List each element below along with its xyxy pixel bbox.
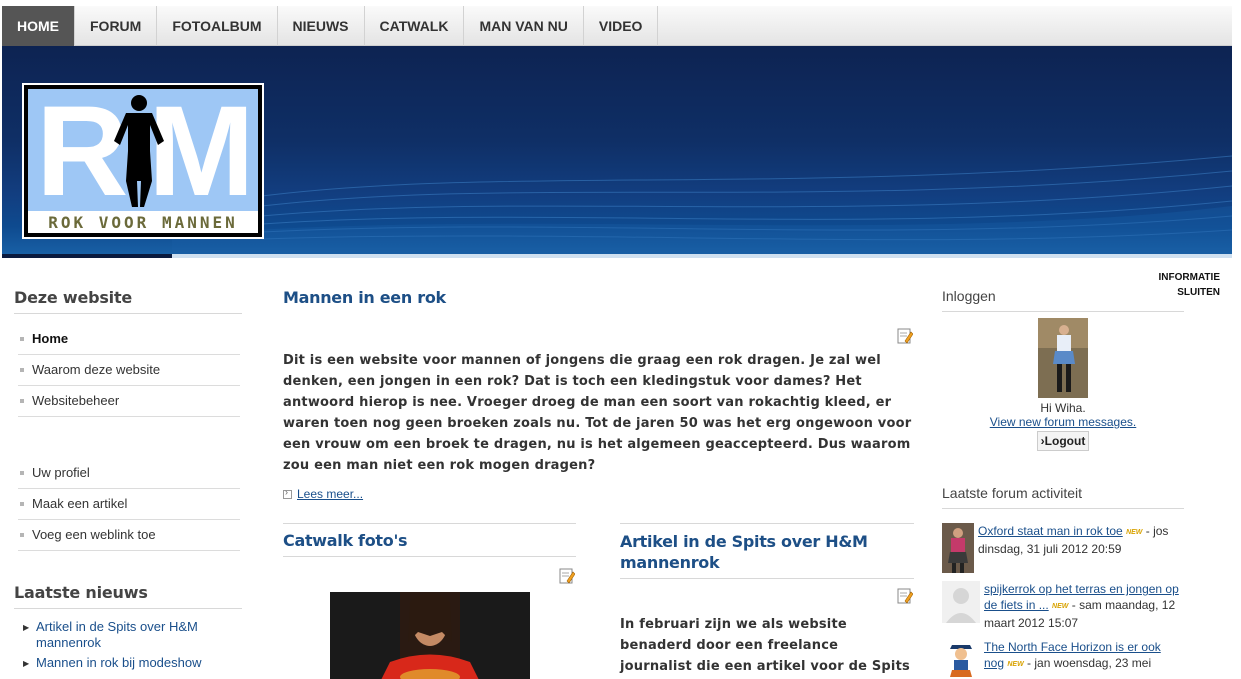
main-menu: Home Waarom deze website Websitebeheer U…	[18, 324, 240, 551]
forum-activity-item: Oxford staat man in rok toe NEW - jos di…	[942, 523, 1184, 573]
user-avatar[interactable]	[1038, 318, 1088, 398]
top-navigation: HOME FORUM FOTOALBUM NIEUWS CATWALK MAN …	[2, 6, 1232, 46]
edit-icon[interactable]	[897, 328, 913, 344]
site-module-title: Deze website	[14, 288, 242, 314]
news-module-title: Laatste nieuws	[14, 583, 242, 609]
forum-avatar[interactable]	[942, 639, 980, 679]
login-module: Hi Wiha. View new forum messages. ›Logou…	[942, 318, 1184, 451]
menu-item-weblink[interactable]: Voeg een weblink toe	[18, 520, 240, 551]
forum-title: Laatste forum activiteit	[942, 485, 1184, 509]
header-banner: R M ROK VOOR MANNEN	[2, 46, 1232, 258]
spits-article: Artikel in de Spits over H&M mannenrok I…	[620, 523, 914, 679]
forum-activity-item: The North Face Horizon is er ook nog NEW…	[942, 639, 1184, 679]
nav-catwalk[interactable]: CATWALK	[365, 6, 465, 46]
edit-icon[interactable]	[897, 588, 913, 604]
news-item[interactable]: Artikel in de Spits over H&M mannenrok	[14, 619, 242, 651]
left-sidebar: Deze website Home Waarom deze website We…	[14, 288, 242, 675]
svg-text:M: M	[148, 89, 255, 223]
menu-item-websitebeheer[interactable]: Websitebeheer	[18, 386, 240, 417]
nav-man-van-nu[interactable]: MAN VAN NU	[464, 6, 584, 46]
nav-fotoalbum[interactable]: FOTOALBUM	[157, 6, 278, 46]
news-item[interactable]: Mannen in rok bij modeshow	[14, 655, 242, 672]
article-intro: Dit is een website voor mannen of jongen…	[283, 353, 912, 473]
catwalk-photo[interactable]	[330, 592, 530, 679]
svg-text:R: R	[36, 89, 128, 223]
spits-text: In februari zijn we als website benaderd…	[620, 617, 910, 674]
menu-item-artikel[interactable]: Maak een artikel	[18, 489, 240, 520]
forum-avatar[interactable]	[942, 581, 980, 623]
catwalk-article: Catwalk foto's	[283, 523, 576, 557]
readmore-label: Lees meer...	[297, 487, 364, 501]
nav-nieuws[interactable]: NIEUWS	[278, 6, 365, 46]
menu-item-home[interactable]: Home	[18, 324, 240, 355]
forum-meta: jan woensdag, 23 mei	[1034, 656, 1152, 670]
edit-icon[interactable]	[559, 568, 575, 584]
nav-home[interactable]: HOME	[2, 6, 75, 46]
new-badge: NEW	[1052, 603, 1069, 610]
article-title[interactable]: Mannen in een rok	[283, 288, 915, 307]
logo-text: ROK VOOR MANNEN	[48, 213, 238, 232]
logout-label: Logout	[1044, 434, 1086, 448]
greeting-text: Hi Wiha.	[1040, 401, 1086, 415]
right-sidebar: Inloggen Hi Wiha. View new forum message…	[942, 288, 1184, 679]
logo-graphic: R M ROK VOOR MANNEN	[28, 89, 258, 233]
banner-strip	[2, 254, 1232, 258]
forum-avatar[interactable]	[942, 523, 974, 573]
banner-strip-dark	[2, 254, 172, 258]
login-title: Inloggen	[942, 288, 1184, 312]
new-badge: NEW	[1126, 529, 1143, 536]
menu-item-profiel[interactable]: Uw profiel	[18, 458, 240, 489]
menu-item-waarom[interactable]: Waarom deze website	[18, 355, 240, 386]
site-logo[interactable]: R M ROK VOOR MANNEN	[22, 83, 264, 239]
spits-title[interactable]: Artikel in de Spits over H&M mannenrok	[620, 531, 914, 579]
catwalk-title[interactable]: Catwalk foto's	[283, 531, 576, 557]
forum-activity-item: spijkerrok op het terras en jongen op de…	[942, 581, 1184, 631]
news-list: Artikel in de Spits over H&M mannenrok M…	[14, 619, 242, 672]
forum-topic-link[interactable]: Oxford staat man in rok toe	[978, 524, 1123, 538]
readmore-arrow-icon	[283, 487, 292, 499]
forum-messages-link[interactable]: View new forum messages.	[990, 415, 1137, 429]
logout-button[interactable]: ›Logout	[1036, 431, 1090, 451]
main-content: Mannen in een rok Dit is een website voo…	[283, 288, 915, 679]
nav-video[interactable]: VIDEO	[584, 6, 659, 46]
readmore-link[interactable]: Lees meer...	[283, 487, 363, 501]
new-badge: NEW	[1007, 661, 1024, 668]
info-label: INFORMATIE	[1158, 272, 1220, 283]
nav-forum[interactable]: FORUM	[75, 6, 158, 46]
